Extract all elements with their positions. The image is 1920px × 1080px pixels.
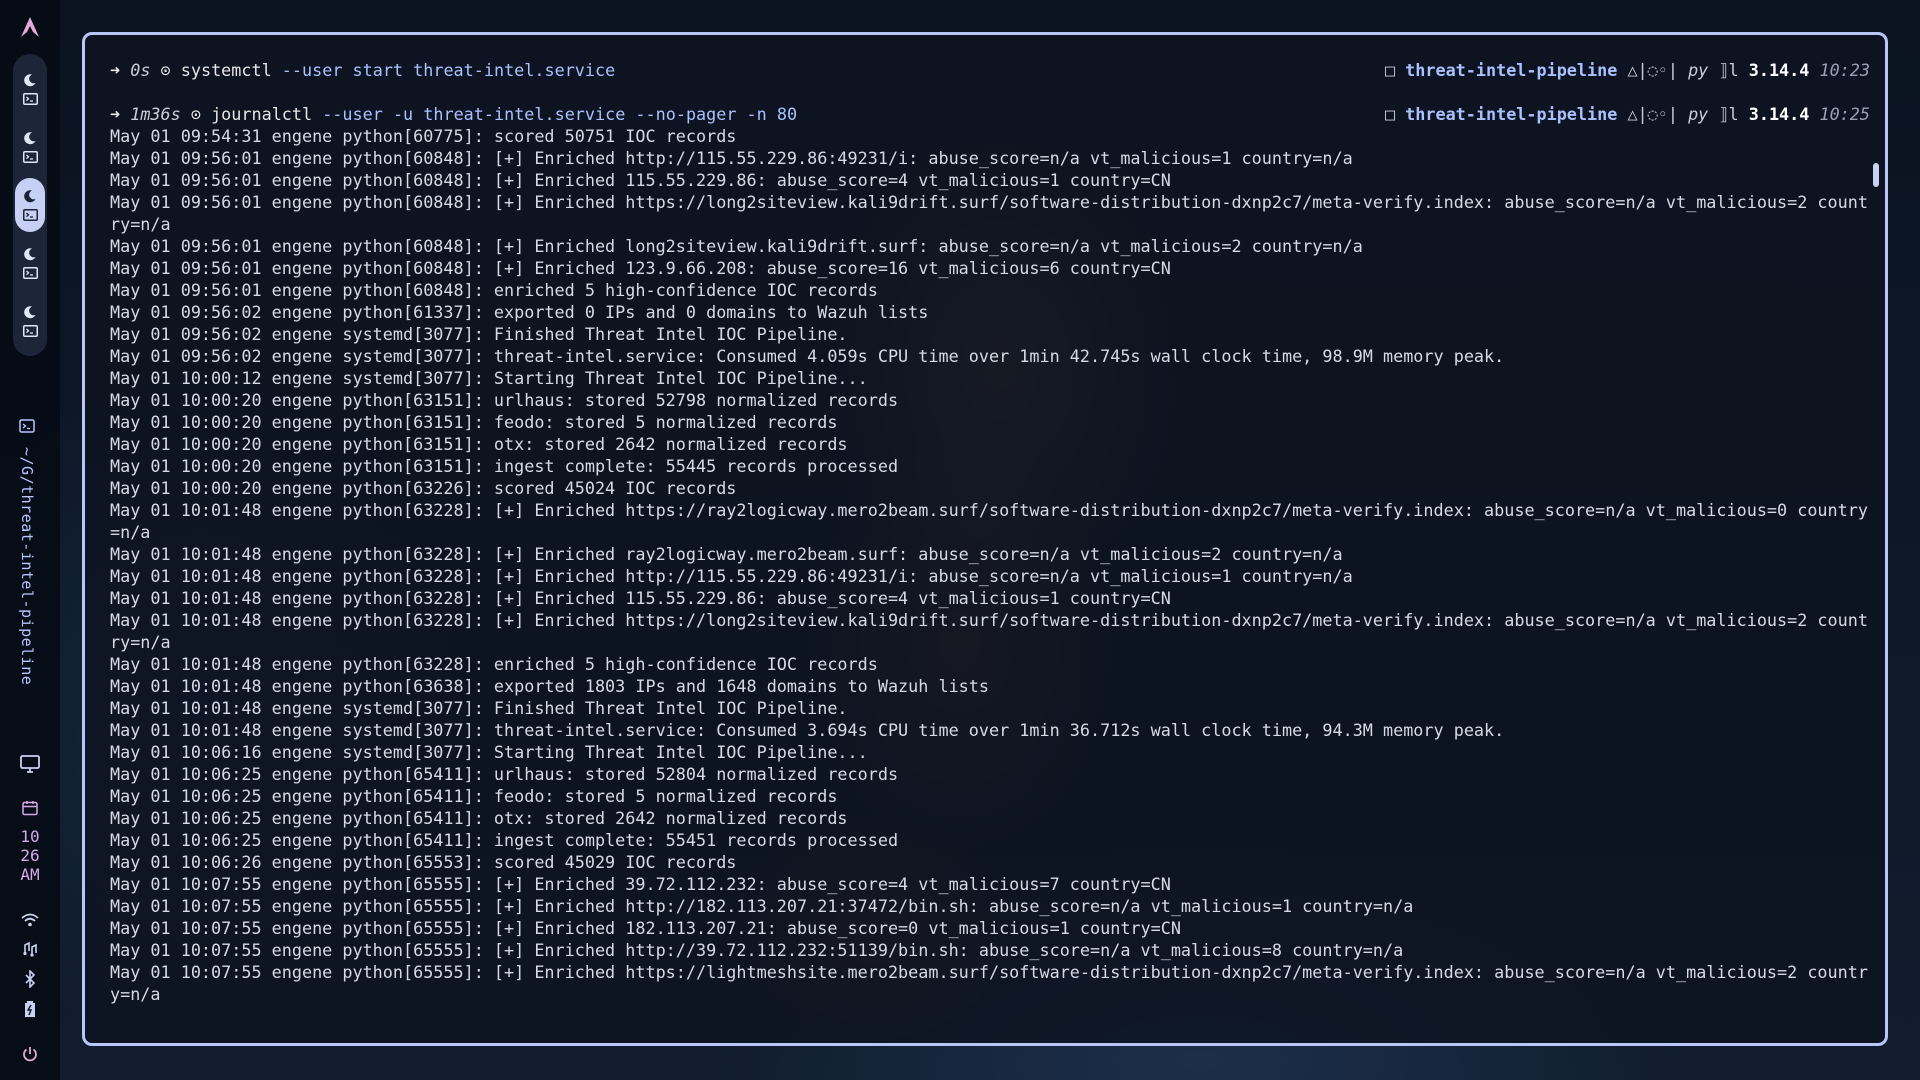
- audio-icon[interactable]: [18, 937, 42, 961]
- terminal-icon: [19, 418, 35, 437]
- log-line: May 01 09:56:02 engene systemd[3077]: Fi…: [110, 324, 848, 344]
- shell-prompt: ➜ 0s ⊙ systemctl --user start threat-int…: [110, 59, 1870, 81]
- log-line: May 01 09:56:01 engene python[60848]: en…: [110, 280, 878, 300]
- command-args: --user -u threat-intel.service --no-page…: [312, 104, 798, 124]
- log-line: May 01 10:01:48 engene python[63228]: [+…: [110, 588, 1171, 608]
- log-line: May 01 10:00:20 engene python[63226]: sc…: [110, 478, 737, 498]
- log-line: May 01 10:00:20 engene python[63151]: fe…: [110, 412, 838, 432]
- log-line: May 01 10:06:25 engene python[65411]: fe…: [110, 786, 838, 806]
- log-line: May 01 10:00:20 engene python[63151]: ot…: [110, 434, 848, 454]
- command-name: journalctl: [211, 104, 313, 124]
- terminal-output[interactable]: ➜ 0s ⊙ systemctl --user start threat-int…: [110, 59, 1870, 1005]
- prompt-separator: ⊙: [160, 60, 171, 80]
- log-line: May 01 10:07:55 engene python[65555]: [+…: [110, 874, 1171, 894]
- clock[interactable]: 10 26 AM: [10, 827, 50, 884]
- power-icon[interactable]: [18, 1042, 42, 1066]
- log-line: May 01 10:01:48 engene python[63228]: [+…: [110, 500, 1868, 542]
- log-line: May 01 10:01:48 engene python[63228]: en…: [110, 654, 878, 674]
- command-duration: 0s: [130, 60, 151, 80]
- project-icon: □: [1384, 104, 1396, 124]
- bluetooth-icon[interactable]: [18, 967, 42, 991]
- log-line: May 01 10:06:25 engene python[65411]: ot…: [110, 808, 848, 828]
- log-line: May 01 10:07:55 engene python[65555]: [+…: [110, 962, 1868, 1004]
- log-line: May 01 09:56:02 engene python[61337]: ex…: [110, 302, 929, 322]
- command-duration: 1m36s: [130, 104, 181, 124]
- log-line: May 01 10:06:26 engene python[65553]: sc…: [110, 852, 737, 872]
- log-line: May 01 10:07:55 engene python[65555]: [+…: [110, 896, 1414, 916]
- log-line: May 01 10:07:55 engene python[65555]: [+…: [110, 940, 1404, 960]
- log-line: May 01 09:54:31 engene python[60775]: sc…: [110, 126, 737, 146]
- workspace-5[interactable]: [15, 294, 45, 348]
- command-name: systemctl: [180, 60, 272, 80]
- log-line: May 01 10:01:48 engene systemd[3077]: th…: [110, 720, 1505, 740]
- terminal-icon: [22, 325, 38, 337]
- workspace-switcher: [13, 54, 47, 356]
- prompt-time: 10:23: [1819, 60, 1870, 80]
- terminal-icon: [22, 93, 38, 105]
- log-line: May 01 09:56:01 engene python[60848]: [+…: [110, 192, 1868, 234]
- log-line: May 01 10:00:12 engene systemd[3077]: St…: [110, 368, 868, 388]
- log-line: May 01 09:56:01 engene python[60848]: [+…: [110, 170, 1171, 190]
- prompt-separator: ⊙: [190, 104, 201, 124]
- prompt-time: 10:25: [1819, 104, 1870, 124]
- window-title-vertical: ~/G/threat-intel-pipeline: [18, 418, 36, 685]
- log-line: May 01 09:56:01 engene python[60848]: [+…: [110, 236, 1363, 256]
- language-label: py: [1688, 60, 1709, 80]
- clock-minute: 26: [20, 846, 40, 865]
- moon-icon: [23, 189, 37, 203]
- workspace-1[interactable]: [15, 62, 45, 116]
- log-line: May 01 10:01:48 engene python[63228]: [+…: [110, 544, 1343, 564]
- language-separator: ⟧l: [1718, 104, 1739, 124]
- log-line: May 01 10:06:25 engene python[65411]: in…: [110, 830, 899, 850]
- wifi-icon[interactable]: [18, 908, 42, 932]
- log-line: May 01 09:56:02 engene systemd[3077]: th…: [110, 346, 1505, 366]
- language-separator: ⟧l: [1718, 60, 1739, 80]
- clock-ampm: AM: [20, 865, 40, 884]
- terminal-icon: [22, 267, 38, 279]
- log-line: May 01 10:06:16 engene systemd[3077]: St…: [110, 742, 868, 762]
- prompt-arrow: ➜: [110, 60, 121, 80]
- moon-icon: [23, 131, 37, 145]
- workspace-3[interactable]: [15, 178, 45, 232]
- moon-icon: [23, 247, 37, 261]
- git-status: △|◌◦|: [1627, 104, 1678, 124]
- project-icon: □: [1384, 60, 1396, 80]
- log-line: May 01 10:01:48 engene python[63228]: [+…: [110, 566, 1353, 586]
- log-line: May 01 10:07:55 engene python[65555]: [+…: [110, 918, 1181, 938]
- log-line: May 01 10:00:20 engene python[63151]: ur…: [110, 390, 899, 410]
- log-line: May 01 10:01:48 engene python[63638]: ex…: [110, 676, 989, 696]
- log-line: May 01 10:00:20 engene python[63151]: in…: [110, 456, 899, 476]
- moon-icon: [23, 305, 37, 319]
- prompt-arrow: ➜: [110, 104, 121, 124]
- workspace-4[interactable]: [15, 236, 45, 290]
- project-name: threat-intel-pipeline: [1405, 60, 1618, 80]
- log-line: May 01 10:01:48 engene systemd[3077]: Fi…: [110, 698, 848, 718]
- terminal-scrollbar[interactable]: [1873, 163, 1879, 187]
- calendar-icon[interactable]: [18, 796, 42, 820]
- terminal-icon: [22, 209, 38, 221]
- monitor-icon[interactable]: [18, 752, 42, 776]
- clock-hour: 10: [20, 827, 40, 846]
- git-status: △|◌◦|: [1627, 60, 1678, 80]
- terminal-icon: [22, 151, 38, 163]
- moon-icon: [23, 73, 37, 87]
- arch-logo-icon[interactable]: [17, 14, 43, 40]
- window-title: ~/G/threat-intel-pipeline: [18, 447, 36, 686]
- battery-icon[interactable]: [18, 997, 42, 1021]
- log-line: May 01 09:56:01 engene python[60848]: [+…: [110, 148, 1353, 168]
- project-name: threat-intel-pipeline: [1405, 104, 1618, 124]
- python-version: 3.14.4: [1748, 60, 1810, 80]
- command-args: --user start threat-intel.service: [271, 60, 616, 80]
- workspace-2[interactable]: [15, 120, 45, 174]
- terminal-window[interactable]: ➜ 0s ⊙ systemctl --user start threat-int…: [82, 32, 1888, 1046]
- log-line: May 01 10:01:48 engene python[63228]: [+…: [110, 610, 1868, 652]
- log-line: May 01 09:56:01 engene python[60848]: [+…: [110, 258, 1171, 278]
- shell-prompt: ➜ 1m36s ⊙ journalctl --user -u threat-in…: [110, 103, 1870, 125]
- language-label: py: [1688, 104, 1709, 124]
- log-line: May 01 10:06:25 engene python[65411]: ur…: [110, 764, 899, 784]
- python-version: 3.14.4: [1748, 104, 1810, 124]
